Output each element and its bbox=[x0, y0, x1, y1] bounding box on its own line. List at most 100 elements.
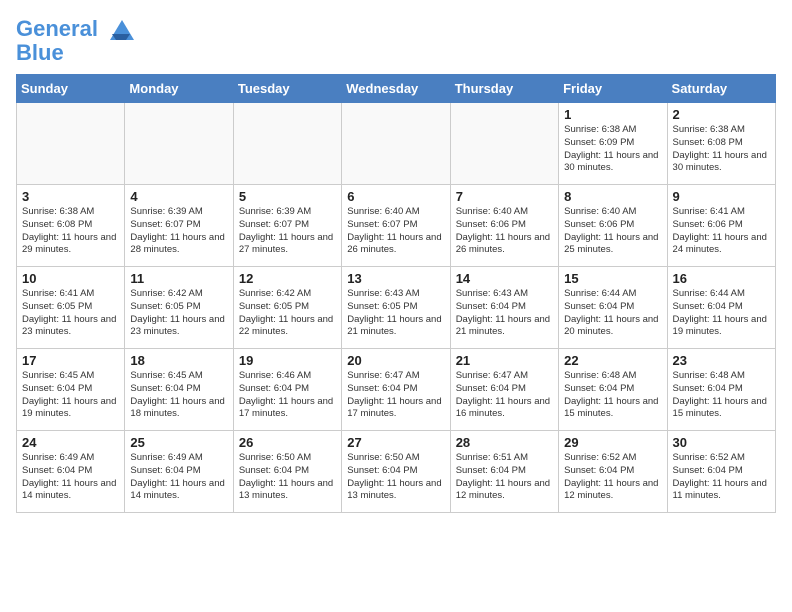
cell-info: Sunrise: 6:49 AM Sunset: 6:04 PM Dayligh… bbox=[130, 452, 227, 503]
cell-info: Sunrise: 6:40 AM Sunset: 6:06 PM Dayligh… bbox=[564, 206, 661, 257]
cell-info: Sunrise: 6:52 AM Sunset: 6:04 PM Dayligh… bbox=[564, 452, 661, 503]
day-header-friday: Friday bbox=[559, 75, 667, 103]
day-header-wednesday: Wednesday bbox=[342, 75, 450, 103]
day-number: 19 bbox=[239, 353, 336, 368]
day-header-monday: Monday bbox=[125, 75, 233, 103]
calendar-cell: 23Sunrise: 6:48 AM Sunset: 6:04 PM Dayli… bbox=[667, 349, 775, 431]
calendar-page: General Blue SundayMondayTuesdayWednesda… bbox=[0, 0, 792, 523]
calendar-cell: 25Sunrise: 6:49 AM Sunset: 6:04 PM Dayli… bbox=[125, 431, 233, 513]
day-number: 8 bbox=[564, 189, 661, 204]
day-number: 10 bbox=[22, 271, 119, 286]
logo-general: General bbox=[16, 16, 98, 41]
cell-info: Sunrise: 6:50 AM Sunset: 6:04 PM Dayligh… bbox=[347, 452, 444, 503]
calendar-cell: 19 Sunrise: 6:46 AM Sunset: 6:04 PM Dayli… bbox=[233, 349, 341, 431]
calendar-cell bbox=[17, 103, 125, 185]
cell-info: Sunrise: 6:47 AM Sunset: 6:04 PM Dayligh… bbox=[347, 370, 444, 421]
day-number: 18 bbox=[130, 353, 227, 368]
cell-info: Sunrise: 6:39 AM Sunset: 6:07 PM Dayligh… bbox=[239, 206, 336, 257]
calendar-cell: 11 Sunrise: 6:42 AM Sunset: 6:05 PM Dayli… bbox=[125, 267, 233, 349]
calendar-cell bbox=[125, 103, 233, 185]
day-number: 16 bbox=[673, 271, 770, 286]
calendar-cell: 7Sunrise: 6:40 AM Sunset: 6:06 PM Daylig… bbox=[450, 185, 558, 267]
calendar-cell: 24 Sunrise: 6:49 AM Sunset: 6:04 PM Dayli… bbox=[17, 431, 125, 513]
calendar-cell: 17 Sunrise: 6:45 AM Sunset: 6:04 PM Dayli… bbox=[17, 349, 125, 431]
cell-info: Sunrise: 6:48 AM Sunset: 6:04 PM Dayligh… bbox=[564, 370, 661, 421]
calendar-cell: 27 Sunrise: 6:50 AM Sunset: 6:04 PM Dayli… bbox=[342, 431, 450, 513]
day-number: 17 bbox=[22, 353, 119, 368]
day-number: 11 bbox=[130, 271, 227, 286]
day-number: 22 bbox=[564, 353, 661, 368]
calendar-cell: 12 Sunrise: 6:42 AM Sunset: 6:05 PM Dayli… bbox=[233, 267, 341, 349]
cell-info: Sunrise: 6:50 AM Sunset: 6:04 PM Dayligh… bbox=[239, 452, 336, 503]
cell-info: Sunrise: 6:45 AM Sunset: 6:04 PM Dayligh… bbox=[130, 370, 227, 421]
calendar-week-2: 10 Sunrise: 6:41 AM Sunset: 6:05 PM Dayli… bbox=[17, 267, 776, 349]
cell-info: Sunrise: 6:38 AM Sunset: 6:08 PM Dayligh… bbox=[673, 124, 770, 175]
cell-info: Sunrise: 6:41 AM Sunset: 6:06 PM Dayligh… bbox=[673, 206, 770, 257]
day-number: 27 bbox=[347, 435, 444, 450]
cell-info: Sunrise: 6:52 AM Sunset: 6:04 PM Dayligh… bbox=[673, 452, 770, 503]
cell-info: Sunrise: 6:43 AM Sunset: 6:05 PM Dayligh… bbox=[347, 288, 444, 339]
calendar-header-row: SundayMondayTuesdayWednesdayThursdayFrid… bbox=[17, 75, 776, 103]
cell-info: Sunrise: 6:38 AM Sunset: 6:08 PM Dayligh… bbox=[22, 206, 119, 257]
cell-info: Sunrise: 6:44 AM Sunset: 6:04 PM Dayligh… bbox=[564, 288, 661, 339]
cell-info: Sunrise: 6:46 AM Sunset: 6:04 PM Dayligh… bbox=[239, 370, 336, 421]
day-number: 14 bbox=[456, 271, 553, 286]
logo-icon bbox=[106, 16, 138, 44]
day-number: 2 bbox=[673, 107, 770, 122]
day-number: 5 bbox=[239, 189, 336, 204]
cell-info: Sunrise: 6:43 AM Sunset: 6:04 PM Dayligh… bbox=[456, 288, 553, 339]
calendar-cell: 22 Sunrise: 6:48 AM Sunset: 6:04 PM Dayli… bbox=[559, 349, 667, 431]
calendar-cell: 2 Sunrise: 6:38 AM Sunset: 6:08 PM Daylig… bbox=[667, 103, 775, 185]
calendar-cell: 21 Sunrise: 6:47 AM Sunset: 6:04 PM Dayli… bbox=[450, 349, 558, 431]
calendar-week-1: 3 Sunrise: 6:38 AM Sunset: 6:08 PM Daylig… bbox=[17, 185, 776, 267]
cell-info: Sunrise: 6:40 AM Sunset: 6:07 PM Dayligh… bbox=[347, 206, 444, 257]
calendar-week-0: 1Sunrise: 6:38 AM Sunset: 6:09 PM Daylig… bbox=[17, 103, 776, 185]
calendar-week-3: 17 Sunrise: 6:45 AM Sunset: 6:04 PM Dayli… bbox=[17, 349, 776, 431]
day-number: 20 bbox=[347, 353, 444, 368]
calendar-cell: 6Sunrise: 6:40 AM Sunset: 6:07 PM Daylig… bbox=[342, 185, 450, 267]
cell-info: Sunrise: 6:45 AM Sunset: 6:04 PM Dayligh… bbox=[22, 370, 119, 421]
day-number: 9 bbox=[673, 189, 770, 204]
calendar-week-4: 24 Sunrise: 6:49 AM Sunset: 6:04 PM Dayli… bbox=[17, 431, 776, 513]
day-number: 3 bbox=[22, 189, 119, 204]
day-number: 13 bbox=[347, 271, 444, 286]
day-number: 28 bbox=[456, 435, 553, 450]
cell-info: Sunrise: 6:42 AM Sunset: 6:05 PM Dayligh… bbox=[130, 288, 227, 339]
calendar-cell: 26 Sunrise: 6:50 AM Sunset: 6:04 PM Dayli… bbox=[233, 431, 341, 513]
day-number: 15 bbox=[564, 271, 661, 286]
calendar-cell: 10 Sunrise: 6:41 AM Sunset: 6:05 PM Dayli… bbox=[17, 267, 125, 349]
calendar-cell bbox=[450, 103, 558, 185]
cell-info: Sunrise: 6:44 AM Sunset: 6:04 PM Dayligh… bbox=[673, 288, 770, 339]
calendar-cell: 4Sunrise: 6:39 AM Sunset: 6:07 PM Daylig… bbox=[125, 185, 233, 267]
cell-info: Sunrise: 6:40 AM Sunset: 6:06 PM Dayligh… bbox=[456, 206, 553, 257]
cell-info: Sunrise: 6:47 AM Sunset: 6:04 PM Dayligh… bbox=[456, 370, 553, 421]
day-number: 12 bbox=[239, 271, 336, 286]
cell-info: Sunrise: 6:49 AM Sunset: 6:04 PM Dayligh… bbox=[22, 452, 119, 503]
calendar-cell: 16 Sunrise: 6:44 AM Sunset: 6:04 PM Dayli… bbox=[667, 267, 775, 349]
day-number: 29 bbox=[564, 435, 661, 450]
calendar-cell: 9 Sunrise: 6:41 AM Sunset: 6:06 PM Daylig… bbox=[667, 185, 775, 267]
calendar-cell: 15 Sunrise: 6:44 AM Sunset: 6:04 PM Dayli… bbox=[559, 267, 667, 349]
logo: General Blue bbox=[16, 16, 138, 66]
calendar-cell: 13 Sunrise: 6:43 AM Sunset: 6:05 PM Dayli… bbox=[342, 267, 450, 349]
cell-info: Sunrise: 6:42 AM Sunset: 6:05 PM Dayligh… bbox=[239, 288, 336, 339]
day-header-saturday: Saturday bbox=[667, 75, 775, 103]
cell-info: Sunrise: 6:38 AM Sunset: 6:09 PM Dayligh… bbox=[564, 124, 661, 175]
header: General Blue bbox=[16, 10, 776, 66]
day-number: 26 bbox=[239, 435, 336, 450]
day-number: 21 bbox=[456, 353, 553, 368]
cell-info: Sunrise: 6:41 AM Sunset: 6:05 PM Dayligh… bbox=[22, 288, 119, 339]
calendar-cell: 29 Sunrise: 6:52 AM Sunset: 6:04 PM Dayli… bbox=[559, 431, 667, 513]
calendar-cell: 30Sunrise: 6:52 AM Sunset: 6:04 PM Dayli… bbox=[667, 431, 775, 513]
day-number: 4 bbox=[130, 189, 227, 204]
cell-info: Sunrise: 6:48 AM Sunset: 6:04 PM Dayligh… bbox=[673, 370, 770, 421]
calendar-cell: 8 Sunrise: 6:40 AM Sunset: 6:06 PM Daylig… bbox=[559, 185, 667, 267]
day-header-thursday: Thursday bbox=[450, 75, 558, 103]
day-number: 24 bbox=[22, 435, 119, 450]
calendar-table: SundayMondayTuesdayWednesdayThursdayFrid… bbox=[16, 74, 776, 513]
calendar-cell: 5 Sunrise: 6:39 AM Sunset: 6:07 PM Daylig… bbox=[233, 185, 341, 267]
calendar-cell: 3 Sunrise: 6:38 AM Sunset: 6:08 PM Daylig… bbox=[17, 185, 125, 267]
calendar-cell: 18 Sunrise: 6:45 AM Sunset: 6:04 PM Dayli… bbox=[125, 349, 233, 431]
calendar-cell: 14 Sunrise: 6:43 AM Sunset: 6:04 PM Dayli… bbox=[450, 267, 558, 349]
day-header-tuesday: Tuesday bbox=[233, 75, 341, 103]
